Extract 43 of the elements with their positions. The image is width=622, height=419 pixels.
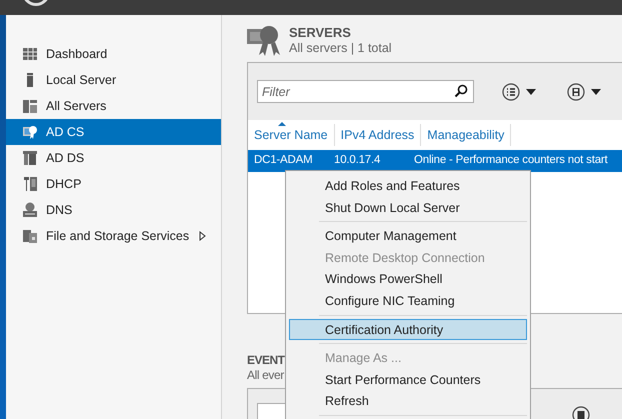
certificate-server-icon [247, 25, 281, 57]
wrench-server-icon [22, 176, 38, 192]
filter-field[interactable]: Filter [257, 80, 474, 103]
section-title: SERVERS [289, 25, 352, 41]
menu-item[interactable]: Windows PowerShell [289, 268, 527, 290]
sidebar-item[interactable]: DNS [6, 197, 221, 223]
dashboard-icon [22, 46, 38, 62]
menu-item[interactable]: Computer Management [289, 225, 527, 247]
sidebar-item[interactable]: AD CS [6, 119, 221, 145]
table-cell-text: 10.0.17.4 [333, 153, 382, 168]
expand-arrow-icon[interactable] [199, 231, 206, 241]
column-header[interactable]: Manageability [421, 124, 512, 146]
domain-servers-icon [22, 150, 38, 166]
menu-item[interactable]: Add Roles and Features [289, 175, 527, 197]
file-storage-icon [22, 228, 38, 244]
save-options-button[interactable] [567, 82, 601, 100]
sidebar-item[interactable]: Dashboard [6, 41, 221, 67]
column-header[interactable]: Server Name [248, 124, 335, 146]
sidebar-item[interactable]: AD DS [6, 145, 221, 171]
certificate-server-icon [22, 124, 38, 140]
menu-item[interactable]: Configure NIC Teaming [289, 290, 527, 312]
caret-icon [526, 88, 536, 94]
table-cell-text: DC1-ADAM [253, 153, 314, 168]
menu-item[interactable]: Certification Authority [289, 318, 527, 340]
table-row[interactable]: DC1-ADAM 10.0.17.4 Online - Performance counters not start [248, 150, 622, 172]
sidebar-item[interactable]: DHCP [6, 171, 221, 197]
menu-item[interactable]: Start Performance Counters [289, 368, 527, 390]
globe-server-icon [22, 202, 38, 218]
sidebar-item[interactable]: File and Storage Services [6, 223, 221, 249]
section-title: EVENT [247, 352, 285, 368]
sort-arrow-icon [278, 122, 286, 126]
servers-icon [22, 98, 38, 114]
section-subtitle: All servers | 1 total [289, 41, 392, 56]
column-header[interactable]: IPv4 Address [334, 124, 422, 146]
section-subtitle: All ever [247, 368, 284, 383]
table-cell-text: Online - Performance counters not start [413, 153, 609, 168]
search-icon [454, 84, 468, 98]
view-options-button[interactable] [502, 82, 536, 100]
sidebar-item[interactable]: All Servers [6, 93, 221, 119]
menu-item[interactable]: Refresh [289, 390, 527, 412]
menu-item[interactable]: Shut Down Local Server [289, 196, 527, 218]
caret-icon [591, 88, 601, 94]
sidebar-item[interactable]: Local Server [6, 67, 221, 93]
